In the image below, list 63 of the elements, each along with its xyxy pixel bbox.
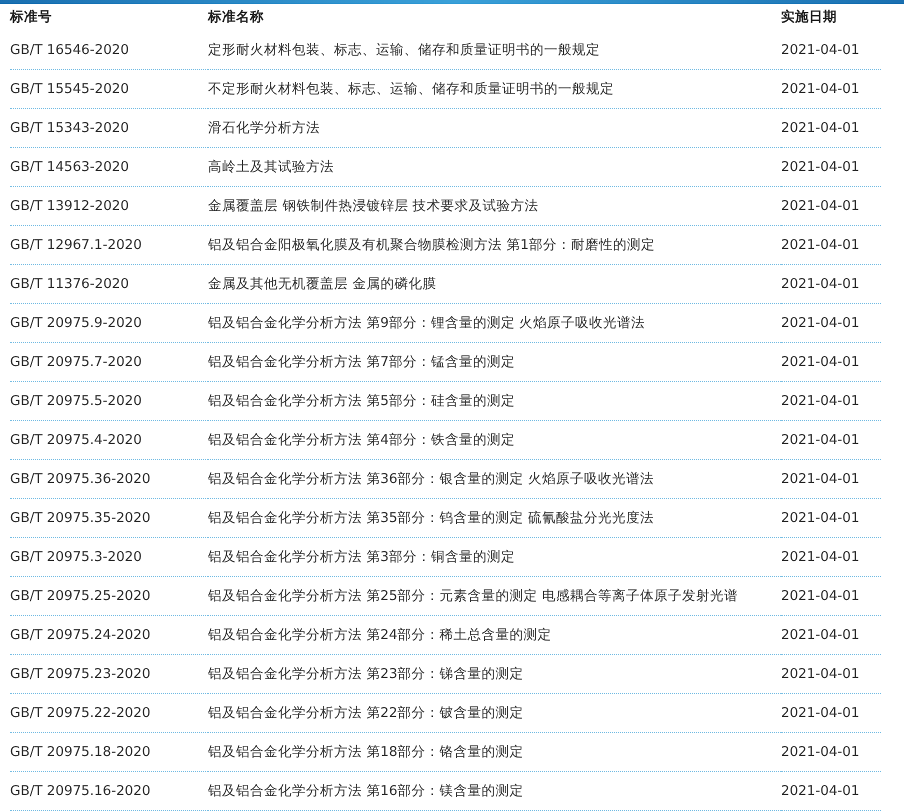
table-cell: 高岭土及其试验方法 bbox=[208, 148, 781, 187]
table-cell: GB/T 14563-2020 bbox=[10, 148, 208, 187]
table-cell: 铝及铝合金化学分析方法 第18部分：铬含量的测定 bbox=[208, 733, 781, 772]
table-cell: GB/T 20975.23-2020 bbox=[10, 655, 208, 694]
table-cell: GB/T 20975.16-2020 bbox=[10, 772, 208, 811]
table-cell: 滑石化学分析方法 bbox=[208, 109, 781, 148]
table-cell: 铝及铝合金阳极氧化膜及有机聚合物膜检测方法 第1部分：耐磨性的测定 bbox=[208, 226, 781, 265]
table-cell: GB/T 12967.1-2020 bbox=[10, 226, 208, 265]
table-cell: 铝及铝合金化学分析方法 第5部分：硅含量的测定 bbox=[208, 382, 781, 421]
table-cell: GB/T 20975.7-2020 bbox=[10, 343, 208, 382]
table-cell: GB/T 11376-2020 bbox=[10, 265, 208, 304]
table-cell: 2021-04-01 bbox=[781, 187, 881, 226]
table-cell: GB/T 20975.4-2020 bbox=[10, 421, 208, 460]
table-cell: 铝及铝合金化学分析方法 第25部分：元素含量的测定 电感耦合等离子体原子发射光谱 bbox=[208, 577, 781, 616]
table-cell: 2021-04-01 bbox=[781, 694, 881, 733]
table-cell: 铝及铝合金化学分析方法 第36部分：银含量的测定 火焰原子吸收光谱法 bbox=[208, 460, 781, 499]
table-cell: 2021-04-01 bbox=[781, 538, 881, 577]
table-cell: 2021-04-01 bbox=[781, 265, 881, 304]
table-cell: GB/T 20975.3-2020 bbox=[10, 538, 208, 577]
table-cell: 定形耐火材料包装、标志、运输、储存和质量证明书的一般规定 bbox=[208, 31, 781, 70]
table-cell: GB/T 20975.35-2020 bbox=[10, 499, 208, 538]
table-cell: 铝及铝合金化学分析方法 第24部分：稀土总含量的测定 bbox=[208, 616, 781, 655]
table-cell: GB/T 20975.9-2020 bbox=[10, 304, 208, 343]
table-cell: 铝及铝合金化学分析方法 第3部分：铜含量的测定 bbox=[208, 538, 781, 577]
table-cell: 铝及铝合金化学分析方法 第9部分：锂含量的测定 火焰原子吸收光谱法 bbox=[208, 304, 781, 343]
table-cell: 铝及铝合金化学分析方法 第4部分：铁含量的测定 bbox=[208, 421, 781, 460]
table-cell: GB/T 16546-2020 bbox=[10, 31, 208, 70]
table-cell: 金属及其他无机覆盖层 金属的磷化膜 bbox=[208, 265, 781, 304]
table-cell: GB/T 20975.18-2020 bbox=[10, 733, 208, 772]
column-header: 标准号 bbox=[10, 8, 53, 27]
table-cell: 2021-04-01 bbox=[781, 70, 881, 109]
table-cell: 2021-04-01 bbox=[781, 226, 881, 265]
table-cell: 2021-04-01 bbox=[781, 382, 881, 421]
table-cell: 2021-04-01 bbox=[781, 577, 881, 616]
column-header: 实施日期 bbox=[781, 8, 838, 27]
table-cell: 2021-04-01 bbox=[781, 655, 881, 694]
table-cell: 铝及铝合金化学分析方法 第22部分：铍含量的测定 bbox=[208, 694, 781, 733]
table-cell: 2021-04-01 bbox=[781, 304, 881, 343]
table-cell: GB/T 15343-2020 bbox=[10, 109, 208, 148]
table-cell: 2021-04-01 bbox=[781, 772, 881, 811]
table-cell: GB/T 13912-2020 bbox=[10, 187, 208, 226]
table-cell: 2021-04-01 bbox=[781, 343, 881, 382]
table-cell: 金属覆盖层 钢铁制件热浸镀锌层 技术要求及试验方法 bbox=[208, 187, 781, 226]
table-cell: 2021-04-01 bbox=[781, 148, 881, 187]
table-cell: 2021-04-01 bbox=[781, 460, 881, 499]
table-cell: GB/T 20975.36-2020 bbox=[10, 460, 208, 499]
table-cell: 2021-04-01 bbox=[781, 31, 881, 70]
table-cell: 铝及铝合金化学分析方法 第23部分：锑含量的测定 bbox=[208, 655, 781, 694]
table-cell: 铝及铝合金化学分析方法 第7部分：锰含量的测定 bbox=[208, 343, 781, 382]
table-cell: 铝及铝合金化学分析方法 第35部分：钨含量的测定 硫氰酸盐分光光度法 bbox=[208, 499, 781, 538]
table-cell: GB/T 15545-2020 bbox=[10, 70, 208, 109]
table-cell: 2021-04-01 bbox=[781, 421, 881, 460]
table-cell: GB/T 20975.25-2020 bbox=[10, 577, 208, 616]
table-cell: 2021-04-01 bbox=[781, 733, 881, 772]
table-cell: 2021-04-01 bbox=[781, 616, 881, 655]
table-cell: GB/T 20975.5-2020 bbox=[10, 382, 208, 421]
table-cell: 2021-04-01 bbox=[781, 109, 881, 148]
table-cell: GB/T 20975.22-2020 bbox=[10, 694, 208, 733]
column-header: 标准名称 bbox=[208, 8, 265, 27]
table-cell: GB/T 20975.24-2020 bbox=[10, 616, 208, 655]
table-cell: 铝及铝合金化学分析方法 第16部分：镁含量的测定 bbox=[208, 772, 781, 811]
table-cell: 2021-04-01 bbox=[781, 499, 881, 538]
table-cell: 不定形耐火材料包装、标志、运输、储存和质量证明书的一般规定 bbox=[208, 70, 781, 109]
